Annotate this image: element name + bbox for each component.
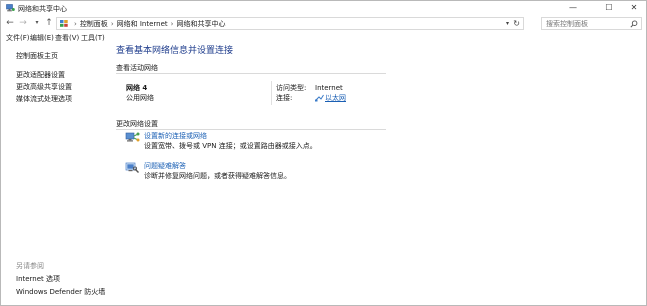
sidebar-item-advanced-sharing[interactable]: 更改高级共享设置: [16, 83, 72, 92]
refresh-icon[interactable]: ↻: [513, 18, 520, 29]
network-type: 公用网络: [126, 94, 154, 102]
back-button[interactable]: ←: [5, 17, 15, 29]
section-divider: [116, 73, 386, 74]
active-networks-heading: 查看活动网络: [116, 64, 158, 72]
troubleshoot-description: 诊断并修复网络问题，或者获得疑难解答信息。: [144, 172, 291, 180]
network-name: 网络 4: [126, 84, 148, 92]
troubleshoot-icon: [125, 162, 139, 173]
search-input[interactable]: 搜索控制面板: [541, 17, 642, 30]
network-center-icon: [6, 4, 15, 12]
control-panel-icon: [60, 20, 68, 27]
close-button[interactable]: ✕: [622, 1, 646, 15]
ethernet-connection-link[interactable]: 以太网: [325, 94, 346, 103]
connections-label: 连接:: [276, 94, 293, 102]
menu-bar: 文件(F) 编辑(E) 查看(V) 工具(T): [1, 33, 646, 44]
ethernet-icon: [315, 94, 324, 102]
page-title: 查看基本网络信息并设置连接: [116, 46, 234, 56]
search-icon: [630, 20, 638, 28]
minimize-button[interactable]: —: [561, 1, 585, 15]
minimize-icon: —: [569, 3, 577, 12]
breadcrumb: › 控制面板 › 网络和 Internet › 网络和共享中心: [74, 20, 226, 28]
up-button[interactable]: ↑: [44, 17, 54, 29]
network-sharing-center-window: 网络和共享中心 — ☐ ✕ ← → ▾ ↑ › 控制面板 › 网络和 Internet…: [0, 0, 647, 306]
menu-edit[interactable]: 编辑(E): [30, 34, 54, 43]
sidebar-item-control-panel-home[interactable]: 控制面板主页: [16, 52, 58, 61]
change-settings-heading: 更改网络设置: [116, 120, 158, 128]
menu-tools[interactable]: 工具(T): [81, 34, 105, 43]
network-setup-icon: [125, 132, 140, 142]
sidebar: 控制面板主页 更改适配器设置 更改高级共享设置 媒体流式处理选项 另请参阅 In…: [1, 44, 109, 306]
setup-connection-link[interactable]: 设置新的连接或网络: [144, 132, 207, 141]
title-bar: 网络和共享中心 — ☐ ✕: [1, 1, 646, 15]
address-bar: ← → ▾ ↑ › 控制面板 › 网络和 Internet › 网络和共享中心 ▾ ↻ 搜…: [1, 15, 646, 32]
forward-button[interactable]: →: [18, 17, 28, 29]
breadcrumb-control-panel[interactable]: 控制面板: [80, 20, 108, 28]
main-content: 查看基本网络信息并设置连接 查看活动网络 网络 4 公用网络 访问类型: Int…: [109, 44, 646, 306]
sidebar-item-internet-options[interactable]: Internet 选项: [16, 275, 60, 284]
sidebar-item-adapter-settings[interactable]: 更改适配器设置: [16, 71, 65, 80]
vertical-divider: [271, 81, 272, 105]
setup-connection-description: 设置宽带、拨号或 VPN 连接；或设置路由器或接入点。: [144, 142, 317, 150]
breadcrumb-network-sharing-center[interactable]: 网络和共享中心: [176, 20, 225, 28]
maximize-button[interactable]: ☐: [597, 1, 621, 15]
sidebar-item-defender-firewall[interactable]: Windows Defender 防火墙: [16, 288, 105, 297]
close-icon: ✕: [630, 3, 638, 12]
window-title: 网络和共享中心: [18, 5, 67, 13]
sidebar-item-media-streaming[interactable]: 媒体流式处理选项: [16, 95, 72, 104]
access-type-label: 访问类型:: [276, 84, 307, 92]
chevron-down-icon[interactable]: ▾: [506, 19, 509, 29]
path-box[interactable]: › 控制面板 › 网络和 Internet › 网络和共享中心 ▾ ↻: [56, 17, 524, 30]
section-divider: [116, 129, 386, 130]
breadcrumb-network-internet[interactable]: 网络和 Internet: [117, 20, 168, 28]
menu-view[interactable]: 查看(V): [55, 34, 79, 43]
search-placeholder: 搜索控制面板: [546, 20, 588, 28]
maximize-icon: ☐: [605, 3, 613, 12]
see-also-heading: 另请参阅: [16, 262, 44, 270]
troubleshoot-link[interactable]: 问题疑难解答: [144, 162, 186, 171]
access-type-value: Internet: [315, 84, 343, 92]
menu-file[interactable]: 文件(F): [6, 34, 30, 43]
recent-locations-dropdown[interactable]: ▾: [32, 17, 42, 29]
